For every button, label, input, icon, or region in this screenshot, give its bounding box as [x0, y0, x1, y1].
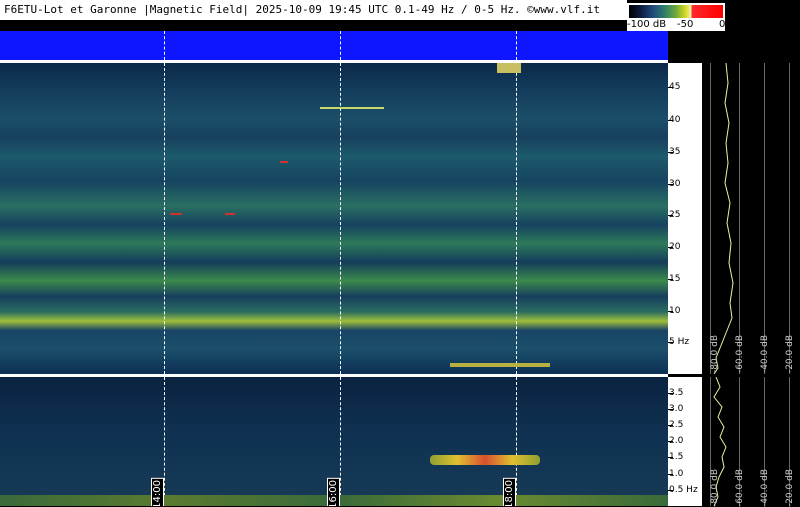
tick-label: 30: [669, 179, 681, 189]
time-gridline: [340, 63, 341, 374]
signal-burst: [497, 63, 521, 73]
tick-label: 45: [669, 82, 681, 92]
db-label: -20.0 dB: [785, 469, 795, 507]
time-gridline: [516, 63, 517, 374]
tick-label: 35: [669, 147, 681, 157]
color-scale: -100 dB -50 0: [627, 3, 725, 31]
db-label: -80.0 dB: [710, 335, 720, 374]
signal-streak: [450, 363, 550, 367]
db-label: -80.0 dB: [710, 469, 720, 507]
tick-label: 2.5: [669, 420, 684, 430]
page-title: F6ETU-Lot et Garonne |Magnetic Field| 20…: [4, 3, 601, 16]
db-label: -40.0 dB: [760, 469, 770, 507]
signal-dot: [280, 161, 288, 163]
tick-label: 2.0: [669, 436, 684, 446]
tick-label: 5 Hz: [669, 337, 690, 347]
time-gridline: [516, 377, 517, 506]
color-scale-mid-label: -50: [677, 19, 694, 30]
time-gridline: [164, 377, 165, 506]
tick-label: 0.5 Hz: [669, 485, 698, 495]
db-label: -40.0 dB: [760, 335, 770, 374]
spectrogram-0-49hz: [0, 63, 668, 374]
frequency-axis-top: 45 40 35 30 25 20 15 10 5 Hz: [668, 63, 702, 374]
time-label: 16:00: [327, 478, 340, 506]
signal-dot: [170, 213, 182, 215]
time-gridline: [164, 63, 165, 374]
title-bar: F6ETU-Lot et Garonne |Magnetic Field| 20…: [0, 0, 627, 20]
tick-label: 20: [669, 242, 681, 252]
db-label: -20.0 dB: [785, 335, 795, 374]
color-scale-min-label: -100 dB: [627, 19, 667, 30]
frequency-axis-bottom: 3.5 3.0 2.5 2.0 1.5 1.0 0.5 Hz: [668, 377, 702, 506]
color-scale-gradient: [629, 5, 723, 18]
signal-streak: [320, 107, 384, 109]
tick-label: 1.0: [669, 469, 684, 479]
tick-label: 25: [669, 210, 681, 220]
spectrum-profile-top: -80.0 dB -60.0 dB -40.0 dB -20.0 dB: [702, 63, 800, 374]
time-gridline: [340, 31, 341, 60]
profile-trace: [713, 63, 734, 374]
signal-burst: [430, 455, 540, 465]
time-label: 18:00: [503, 478, 516, 506]
tick-label: 40: [669, 115, 681, 125]
db-label: -60.0 dB: [735, 335, 745, 374]
time-gridline: [164, 31, 165, 60]
time-gridline: [516, 31, 517, 60]
db-label: -60.0 dB: [735, 469, 745, 507]
spectrum-profile-bottom: -80.0 dB -60.0 dB -40.0 dB -20.0 dB: [702, 377, 800, 507]
time-label: 14:00: [151, 478, 164, 506]
tick-label: 3.0: [669, 404, 684, 414]
time-gridline: [340, 377, 341, 506]
tick-label: 1.5: [669, 452, 684, 462]
signal-dot: [225, 213, 235, 215]
blue-band: [0, 31, 668, 60]
tick-label: 10: [669, 306, 681, 316]
tick-label: 15: [669, 274, 681, 284]
color-scale-max-label: 0: [719, 19, 726, 30]
spectrogram-0-5hz: 14:00 16:00 18:00: [0, 377, 668, 506]
tick-label: 3.5: [669, 388, 684, 398]
